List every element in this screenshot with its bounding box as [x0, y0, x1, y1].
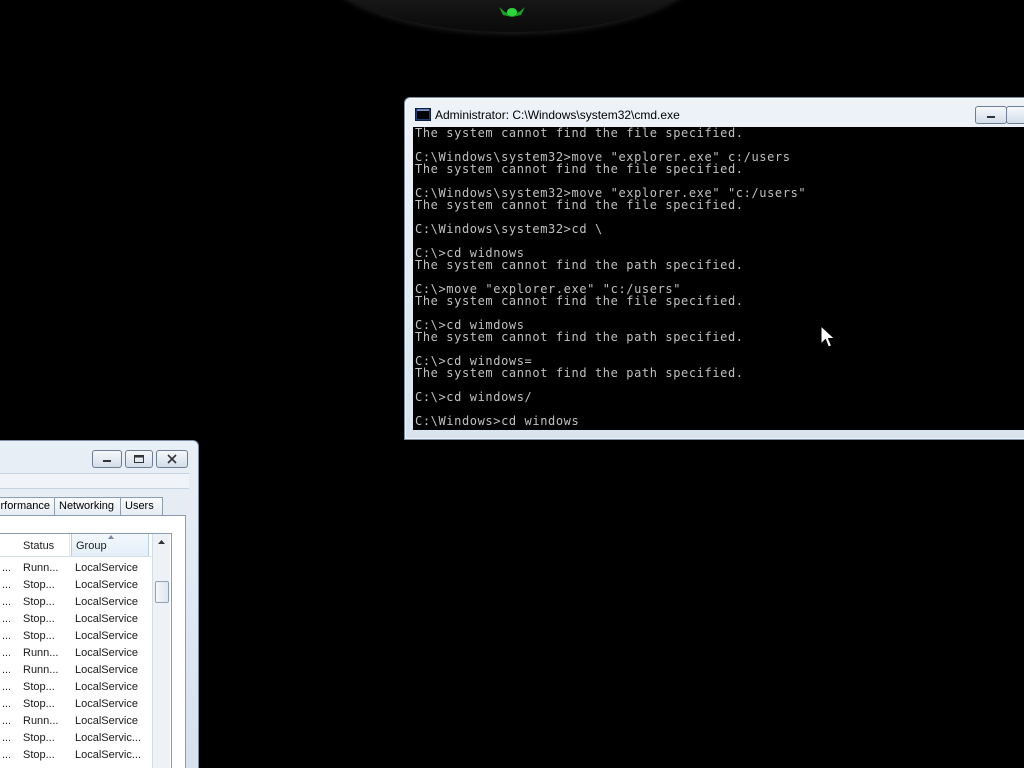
console-line: C:\Windows\system32>cd \	[415, 222, 603, 236]
cell-description: ...	[2, 630, 10, 642]
services-panel: Status Group ... Runn... LocalService ..…	[0, 515, 186, 768]
tab-performance[interactable]: rformance	[0, 497, 55, 515]
cell-group: LocalService	[75, 562, 138, 574]
cell-status: Stop...	[23, 579, 55, 591]
scroll-thumb[interactable]	[155, 581, 169, 603]
cell-description: ...	[2, 664, 10, 676]
table-row[interactable]: ... Stop... LocalService	[0, 628, 151, 645]
cell-status: Stop...	[23, 749, 55, 761]
cell-group: LocalServic...	[75, 749, 142, 761]
cell-status: Stop...	[23, 630, 55, 642]
cell-group: LocalService	[75, 630, 138, 642]
tm-maximize-button[interactable]	[125, 450, 153, 468]
console-line: The system cannot find the file specifie…	[415, 294, 744, 308]
cell-group: LocalService	[75, 715, 138, 727]
cmd-minimize-button[interactable]	[975, 106, 1007, 124]
cell-status: Runn...	[23, 664, 59, 676]
table-row[interactable]: ... Stop... LocalService	[0, 696, 151, 713]
scroll-up-icon[interactable]	[153, 534, 170, 551]
cmd-console[interactable]: The system cannot find the file specifie…	[413, 127, 1024, 430]
cell-status: Runn...	[23, 647, 59, 659]
cmd-maximize-button[interactable]	[1006, 106, 1024, 124]
list-header: Status Group	[0, 534, 151, 557]
cell-status: Stop...	[23, 596, 55, 608]
cell-group: LocalService	[75, 596, 138, 608]
console-line: The system cannot find the path specifie…	[415, 330, 744, 344]
table-row[interactable]: ... Stop... LocalService	[0, 594, 151, 611]
table-row[interactable]: ... Stop... LocalServic...	[0, 747, 151, 764]
console-line: The system cannot find the file specifie…	[415, 162, 744, 176]
tm-minimize-button[interactable]	[92, 450, 122, 468]
cmd-window[interactable]: Administrator: C:\Windows\system32\cmd.e…	[404, 97, 1024, 440]
task-manager-window[interactable]: rformance Networking Users Status Group …	[0, 440, 199, 768]
tab-networking[interactable]: Networking	[54, 497, 126, 515]
console-line: The system cannot find the file specifie…	[415, 198, 744, 212]
cell-description: ...	[2, 715, 10, 727]
cell-group: LocalService	[75, 647, 138, 659]
cmd-title: Administrator: C:\Windows\system32\cmd.e…	[435, 108, 680, 122]
cell-description: ...	[2, 749, 10, 761]
cell-status: Stop...	[23, 613, 55, 625]
cell-description: ...	[2, 613, 10, 625]
cell-group: LocalService	[75, 613, 138, 625]
table-row[interactable]: ... Runn... LocalService	[0, 713, 151, 730]
cmd-titlebar[interactable]: Administrator: C:\Windows\system32\cmd.e…	[405, 98, 1024, 127]
console-line: The system cannot find the file specifie…	[415, 127, 744, 140]
table-row[interactable]: ... Stop... LocalServic...	[0, 730, 151, 747]
table-row[interactable]: ... Stop... LocalService	[0, 611, 151, 628]
table-row[interactable]: ... Runn... LocalService	[0, 645, 151, 662]
cell-status: Stop...	[23, 698, 55, 710]
minimize-icon	[987, 116, 995, 118]
cell-group: LocalService	[75, 681, 138, 693]
cmd-app-icon	[415, 108, 431, 121]
mouse-pointer-icon	[820, 325, 836, 348]
desktop: Administrator: C:\Windows\system32\cmd.e…	[0, 0, 1024, 768]
sort-ascending-icon	[108, 535, 114, 539]
tm-menubar	[0, 473, 189, 489]
cell-status: Runn...	[23, 715, 59, 727]
console-line: The system cannot find the path specifie…	[415, 366, 744, 380]
services-scrollbar[interactable]	[152, 534, 170, 768]
cell-description: ...	[2, 562, 10, 574]
cell-status: Runn...	[23, 562, 59, 574]
minimize-icon	[103, 460, 111, 462]
cell-description: ...	[2, 596, 10, 608]
cell-group: LocalService	[75, 698, 138, 710]
table-row[interactable]: ... Runn... LocalService	[0, 662, 151, 679]
console-line: C:\>cd windows/	[415, 390, 533, 404]
cell-description: ...	[2, 681, 10, 693]
maximize-icon	[134, 455, 144, 463]
cell-description: ...	[2, 732, 10, 744]
cell-description: ...	[2, 579, 10, 591]
tm-close-button[interactable]	[156, 450, 188, 468]
close-icon	[167, 454, 177, 464]
console-line-current: C:\Windows>cd windows	[415, 414, 580, 428]
led-icon	[499, 7, 525, 17]
table-row[interactable]: ... Stop... LocalService	[0, 679, 151, 696]
table-row[interactable]: ... Stop... LocalService	[0, 577, 151, 594]
table-row[interactable]	[0, 764, 151, 768]
services-list[interactable]: Status Group ... Runn... LocalService ..…	[0, 533, 172, 768]
tab-users[interactable]: Users	[120, 497, 163, 515]
cell-description: ...	[2, 647, 10, 659]
cell-status: Stop...	[23, 732, 55, 744]
cell-group: LocalService	[75, 664, 138, 676]
cell-description: ...	[2, 698, 10, 710]
cell-status: Stop...	[23, 681, 55, 693]
table-row[interactable]: ... Runn... LocalService	[0, 560, 151, 577]
cell-group: LocalService	[75, 579, 138, 591]
column-header-status[interactable]: Status	[23, 534, 70, 556]
console-line: The system cannot find the path specifie…	[415, 258, 744, 272]
cell-group: LocalServic...	[75, 732, 142, 744]
